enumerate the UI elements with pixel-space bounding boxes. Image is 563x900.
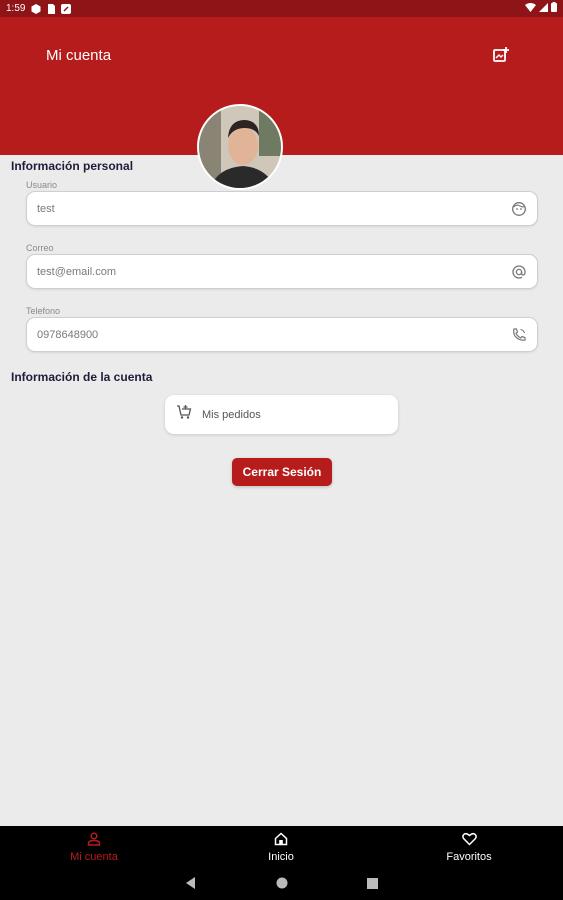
home-circle-icon	[276, 876, 288, 894]
nav-label-home: Inicio	[268, 851, 294, 863]
bottom-nav: Mi cuenta Inicio Favoritos	[0, 826, 563, 869]
email-value: test@email.com	[37, 265, 117, 278]
back-triangle-icon	[186, 876, 196, 894]
app-notification-icon	[61, 3, 72, 14]
sim-card-icon	[46, 3, 56, 14]
username-label: Usuario	[26, 180, 58, 190]
my-orders-label: Mis pedidos	[202, 408, 261, 421]
nav-label-favorites: Favoritos	[446, 851, 492, 863]
phone-call-icon	[511, 327, 527, 343]
username-field[interactable]: test	[26, 191, 538, 226]
notification-icon	[31, 3, 41, 14]
home-system-button[interactable]	[275, 876, 289, 894]
edit-profile-button[interactable]	[490, 46, 512, 68]
status-bar: 1:59	[0, 0, 563, 17]
cart-add-icon	[176, 404, 192, 425]
nav-item-account[interactable]: Mi cuenta	[34, 832, 154, 863]
account-info-title: Información de la cuenta	[11, 370, 153, 384]
signal-icon	[539, 2, 548, 15]
face-icon	[511, 201, 527, 217]
nav-item-home[interactable]: Inicio	[221, 832, 341, 863]
person-icon	[87, 832, 101, 849]
app-bar: Mi cuenta	[0, 17, 563, 155]
email-field[interactable]: test@email.com	[26, 254, 538, 289]
at-sign-icon	[511, 264, 527, 280]
recents-square-icon	[366, 876, 378, 894]
home-icon	[274, 832, 288, 849]
my-orders-button[interactable]: Mis pedidos	[165, 395, 398, 434]
logout-button[interactable]: Cerrar Sesión	[232, 458, 332, 486]
page-title: Mi cuenta	[46, 47, 112, 64]
heart-icon	[461, 832, 477, 849]
system-nav-bar	[0, 869, 563, 900]
nav-item-favorites[interactable]: Favoritos	[409, 832, 529, 863]
avatar[interactable]	[197, 104, 283, 190]
email-label: Correo	[26, 243, 54, 253]
battery-icon	[551, 2, 557, 15]
personal-info-title: Información personal	[11, 159, 134, 173]
wifi-icon	[525, 2, 536, 15]
recents-button[interactable]	[365, 878, 379, 892]
status-time: 1:59	[6, 3, 26, 14]
phone-field[interactable]: 0978648900	[26, 317, 538, 352]
nav-label-account: Mi cuenta	[70, 851, 118, 863]
username-value: test	[37, 202, 55, 215]
back-button[interactable]	[184, 876, 198, 894]
add-photo-icon	[492, 46, 510, 69]
phone-label: Telefono	[26, 306, 61, 316]
phone-value: 0978648900	[37, 328, 99, 341]
